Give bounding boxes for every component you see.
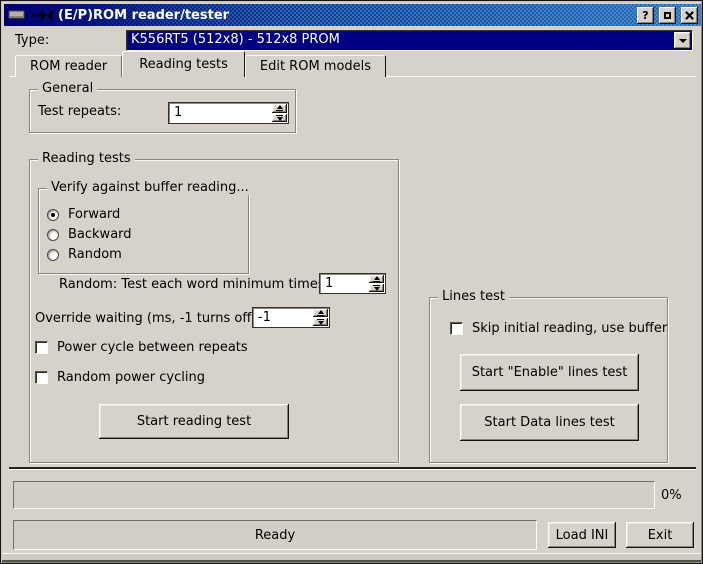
general-groupbox: General Test repeats: 1 (29, 89, 296, 133)
reading-tests-groupbox: Reading tests Verify against buffer read… (29, 159, 399, 463)
radio-backward[interactable]: Backward (47, 227, 132, 242)
radio-icon[interactable] (47, 249, 59, 261)
window-title: (E/P)ROM reader/tester (58, 8, 229, 23)
start-data-lines-test-button[interactable]: Start Data lines test (460, 404, 639, 441)
square-icon (664, 12, 671, 19)
radio-icon[interactable] (47, 229, 59, 241)
rom-type-combobox[interactable]: K556RT5 (512x8) - 512x8 PROM (126, 30, 693, 51)
spin-up-button[interactable] (313, 309, 328, 317)
arrow-up-icon (277, 105, 283, 109)
tab-rom-reader[interactable]: ROM reader (15, 55, 122, 77)
random-min-value: 1 (320, 274, 368, 293)
lines-test-group-title: Lines test (438, 289, 509, 304)
arrow-up-icon (374, 276, 380, 280)
app-window: (E/P)ROM reader/tester ? Type: K556RT5 (… (0, 0, 703, 564)
skip-initial-checkbox-row[interactable]: Skip initial reading, use buffer (450, 321, 667, 336)
load-ini-button[interactable]: Load INI (548, 522, 616, 548)
checkbox-unchecked[interactable] (450, 322, 463, 335)
spin-bar-icon (317, 319, 324, 320)
exit-button[interactable]: Exit (626, 522, 694, 548)
close-button[interactable] (681, 7, 698, 24)
radio-random[interactable]: Random (47, 247, 122, 262)
type-label: Type: (15, 33, 49, 48)
random-min-spinedit[interactable]: 1 (319, 273, 386, 294)
tab-strip: ROM reader Reading tests Edit ROM models (15, 54, 386, 77)
spin-bar-icon (276, 110, 283, 111)
verify-groupbox: Verify against buffer reading... Forward… (38, 188, 249, 274)
chevron-down-icon (679, 39, 687, 43)
checkbox-unchecked[interactable] (35, 371, 48, 384)
radio-forward-label: Forward (68, 207, 120, 222)
spin-buttons (312, 308, 329, 327)
titlebar[interactable]: (E/P)ROM reader/tester ? (4, 4, 701, 26)
test-repeats-label: Test repeats: (38, 104, 121, 119)
checkbox-unchecked[interactable] (35, 341, 48, 354)
shade-button[interactable] (659, 7, 676, 24)
power-cycle-checkbox-label: Power cycle between repeats (57, 340, 248, 355)
skip-initial-checkbox-label: Skip initial reading, use buffer (472, 321, 667, 336)
app-chip-icon (7, 9, 27, 22)
spin-bar-icon (317, 315, 324, 316)
progress-bar (13, 481, 655, 509)
spin-buttons (271, 103, 288, 123)
radio-random-label: Random (68, 247, 122, 262)
general-group-title: General (38, 81, 97, 96)
test-repeats-spinedit[interactable]: 1 (168, 102, 289, 124)
lines-test-groupbox: Lines test Skip initial reading, use buf… (429, 297, 668, 463)
spin-bar-icon (373, 281, 380, 282)
window-pin-icon (32, 10, 53, 21)
power-cycle-checkbox-row[interactable]: Power cycle between repeats (35, 340, 248, 355)
tab-reading-tests[interactable]: Reading tests (122, 51, 245, 77)
start-enable-lines-test-button[interactable]: Start "Enable" lines test (460, 354, 639, 391)
radio-forward[interactable]: Forward (47, 207, 120, 222)
spin-up-button[interactable] (272, 104, 287, 113)
spin-bar-icon (276, 115, 283, 116)
random-min-label: Random: Test each word minimum times: (59, 277, 329, 292)
combobox-dropdown-button[interactable] (674, 32, 691, 49)
arrow-down-icon (374, 287, 380, 291)
spin-up-button[interactable] (369, 275, 384, 283)
override-waiting-spinedit[interactable]: -1 (252, 307, 330, 328)
reading-tests-group-title: Reading tests (38, 151, 135, 166)
radio-backward-label: Backward (68, 227, 132, 242)
random-power-checkbox-row[interactable]: Random power cycling (35, 370, 205, 385)
rom-type-selected-value: K556RT5 (512x8) - 512x8 PROM (127, 31, 673, 50)
help-button[interactable]: ? (637, 7, 654, 24)
spin-buttons (368, 274, 385, 293)
override-waiting-value: -1 (253, 308, 312, 327)
spin-bar-icon (373, 285, 380, 286)
verify-group-title: Verify against buffer reading... (47, 180, 253, 195)
start-reading-test-button[interactable]: Start reading test (99, 404, 289, 439)
arrow-down-icon (318, 321, 324, 325)
progress-percent-label: 0% (661, 488, 682, 503)
test-repeats-value: 1 (169, 103, 271, 123)
status-text: Ready (255, 528, 295, 543)
spin-down-button[interactable] (313, 318, 328, 326)
arrow-up-icon (318, 310, 324, 314)
status-panel: Ready (13, 520, 537, 550)
spin-down-button[interactable] (369, 284, 384, 292)
random-power-checkbox-label: Random power cycling (57, 370, 205, 385)
close-icon (685, 11, 694, 20)
arrow-down-icon (277, 117, 283, 121)
radio-selected-icon[interactable] (47, 209, 59, 221)
window-frame-bottom (2, 553, 701, 562)
override-waiting-label: Override waiting (ms, -1 turns off): (35, 311, 261, 326)
spin-down-button[interactable] (272, 114, 287, 123)
tab-edit-rom-models[interactable]: Edit ROM models (245, 55, 386, 77)
